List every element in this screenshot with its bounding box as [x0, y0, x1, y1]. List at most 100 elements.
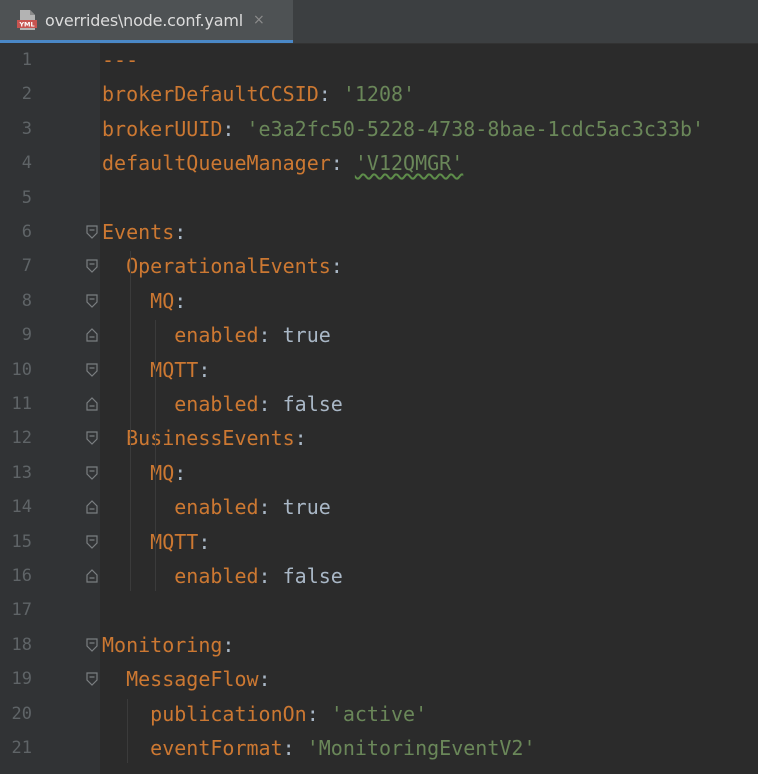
- yaml-punctuation: :: [174, 220, 187, 244]
- code-line[interactable]: 10 MQTT:: [0, 353, 758, 387]
- fold-end-icon[interactable]: [85, 328, 99, 342]
- code-text: Events:: [102, 215, 186, 249]
- code-text: eventFormat: 'MonitoringEventV2': [102, 731, 535, 765]
- line-number: 18: [11, 634, 32, 655]
- yaml-string: 'V12QMGR': [354, 151, 464, 176]
- line-number: 1: [21, 50, 32, 70]
- line-number: 5: [21, 187, 32, 208]
- svg-text:YML: YML: [18, 21, 34, 29]
- code-text: MessageFlow:: [102, 662, 271, 696]
- code-text: enabled: false: [102, 387, 343, 421]
- line-number: 14: [11, 497, 32, 518]
- code-line[interactable]: 3 brokerUUID: 'e3a2fc50-5228-4738-8bae-1c…: [0, 112, 758, 146]
- code-line[interactable]: 19 MessageFlow:: [0, 662, 758, 696]
- yaml-key: OperationalEvents: [102, 254, 331, 279]
- code-line[interactable]: 20 publicationOn: 'active': [0, 697, 758, 731]
- code-text: BusinessEvents:: [102, 421, 307, 455]
- yaml-punctuation: :: [282, 736, 307, 760]
- line-number: 2: [21, 84, 32, 105]
- yaml-key: enabled: [102, 564, 259, 588]
- yaml-key: enabled: [102, 495, 259, 520]
- line-number: 19: [11, 669, 32, 690]
- line-number: 21: [11, 738, 32, 758]
- yaml-key: eventFormat: [102, 736, 283, 760]
- yaml-punctuation: :: [294, 426, 307, 451]
- fold-open-icon[interactable]: [85, 225, 99, 239]
- code-line[interactable]: 14 enabled: true: [0, 490, 758, 524]
- yaml-key: MessageFlow: [102, 667, 259, 692]
- code-text: brokerUUID: 'e3a2fc50-5228-4738-8bae-1cd…: [102, 112, 704, 146]
- yaml-key: Events: [102, 220, 175, 244]
- yaml-file-icon: YML: [16, 9, 38, 31]
- code-line[interactable]: 7 OperationalEvents:: [0, 249, 758, 283]
- indent-guide: [130, 251, 131, 592]
- code-line[interactable]: 11 enabled: false: [0, 387, 758, 421]
- yaml-key: brokerUUID: [102, 116, 223, 141]
- code-text: ---: [102, 43, 138, 77]
- code-text: MQTT:: [102, 525, 210, 559]
- fold-open-icon[interactable]: [85, 466, 99, 480]
- editor-tab-bar: YML overrides\node.conf.yaml ×: [0, 0, 758, 44]
- yaml-punctuation: :: [174, 288, 187, 313]
- code-line[interactable]: 6 Events:: [0, 215, 758, 249]
- code-line[interactable]: 17: [0, 593, 758, 627]
- code-line[interactable]: 18 Monitoring:: [0, 628, 758, 662]
- yaml-punctuation: :: [258, 667, 271, 692]
- line-number: 13: [11, 462, 32, 483]
- yaml-punctuation: : false: [258, 564, 343, 588]
- line-number: 15: [11, 531, 32, 552]
- yaml-punctuation: : true: [258, 323, 331, 348]
- fold-open-icon[interactable]: [85, 294, 99, 308]
- code-line[interactable]: 9 enabled: true: [0, 318, 758, 352]
- fold-open-icon[interactable]: [85, 362, 99, 377]
- yaml-key: MQ: [102, 288, 175, 313]
- line-number: 4: [21, 153, 32, 174]
- line-number: 3: [21, 118, 32, 139]
- fold-open-icon[interactable]: [85, 638, 99, 652]
- code-text: brokerDefaultCCSID: '1208': [102, 77, 415, 111]
- yaml-punctuation: :: [330, 254, 343, 279]
- indent-guide: [155, 320, 156, 592]
- fold-open-icon[interactable]: [85, 672, 99, 687]
- code-line[interactable]: 12 BusinessEvents:: [0, 421, 758, 455]
- code-text: MQ:: [102, 284, 186, 318]
- yaml-key: enabled: [102, 323, 259, 348]
- yaml-key: MQTT: [102, 357, 199, 382]
- yaml-key: MQTT: [102, 529, 199, 554]
- yaml-punctuation: :: [174, 460, 187, 485]
- fold-open-icon[interactable]: [85, 259, 99, 274]
- line-number: 11: [11, 394, 32, 414]
- code-line[interactable]: 1 ---: [0, 43, 758, 77]
- yaml-punctuation: :: [198, 357, 211, 382]
- code-line[interactable]: 2 brokerDefaultCCSID: '1208': [0, 77, 758, 111]
- close-tab-icon[interactable]: ×: [253, 12, 265, 28]
- code-line[interactable]: 4 defaultQueueManager: 'V12QMGR': [0, 146, 758, 180]
- line-number: 8: [21, 290, 32, 311]
- line-number: 20: [11, 703, 32, 724]
- code-editor[interactable]: 1 --- 2 brokerDefaultCCSID: '1208' 3 brokerUU…: [0, 43, 758, 774]
- code-line[interactable]: 16 enabled: false: [0, 559, 758, 593]
- yaml-punctuation: :: [330, 151, 355, 176]
- fold-end-icon[interactable]: [85, 500, 99, 514]
- code-line[interactable]: 8 MQ:: [0, 284, 758, 318]
- code-line[interactable]: 15 MQTT:: [0, 525, 758, 559]
- fold-open-icon[interactable]: [85, 431, 99, 446]
- code-text: MQ:: [102, 456, 186, 490]
- code-line[interactable]: 5: [0, 181, 758, 215]
- code-text: MQTT:: [102, 353, 210, 387]
- code-text: OperationalEvents:: [102, 249, 343, 283]
- line-number: 12: [11, 428, 32, 449]
- code-line[interactable]: 13 MQ:: [0, 456, 758, 490]
- yaml-key: Monitoring: [102, 632, 223, 657]
- yaml-punctuation: :: [306, 701, 331, 726]
- code-line[interactable]: 21 eventFormat: 'MonitoringEventV2': [0, 731, 758, 765]
- fold-open-icon[interactable]: [85, 534, 99, 549]
- yaml-punctuation: : true: [258, 495, 331, 520]
- fold-end-icon[interactable]: [85, 569, 99, 583]
- tab-filename: overrides\node.conf.yaml: [45, 10, 243, 30]
- fold-end-icon[interactable]: [85, 397, 99, 411]
- yaml-punctuation: :: [318, 82, 343, 107]
- line-number: 10: [11, 359, 32, 380]
- code-text: Monitoring:: [102, 628, 234, 662]
- tab-node-conf-yaml[interactable]: YML overrides\node.conf.yaml ×: [0, 0, 293, 43]
